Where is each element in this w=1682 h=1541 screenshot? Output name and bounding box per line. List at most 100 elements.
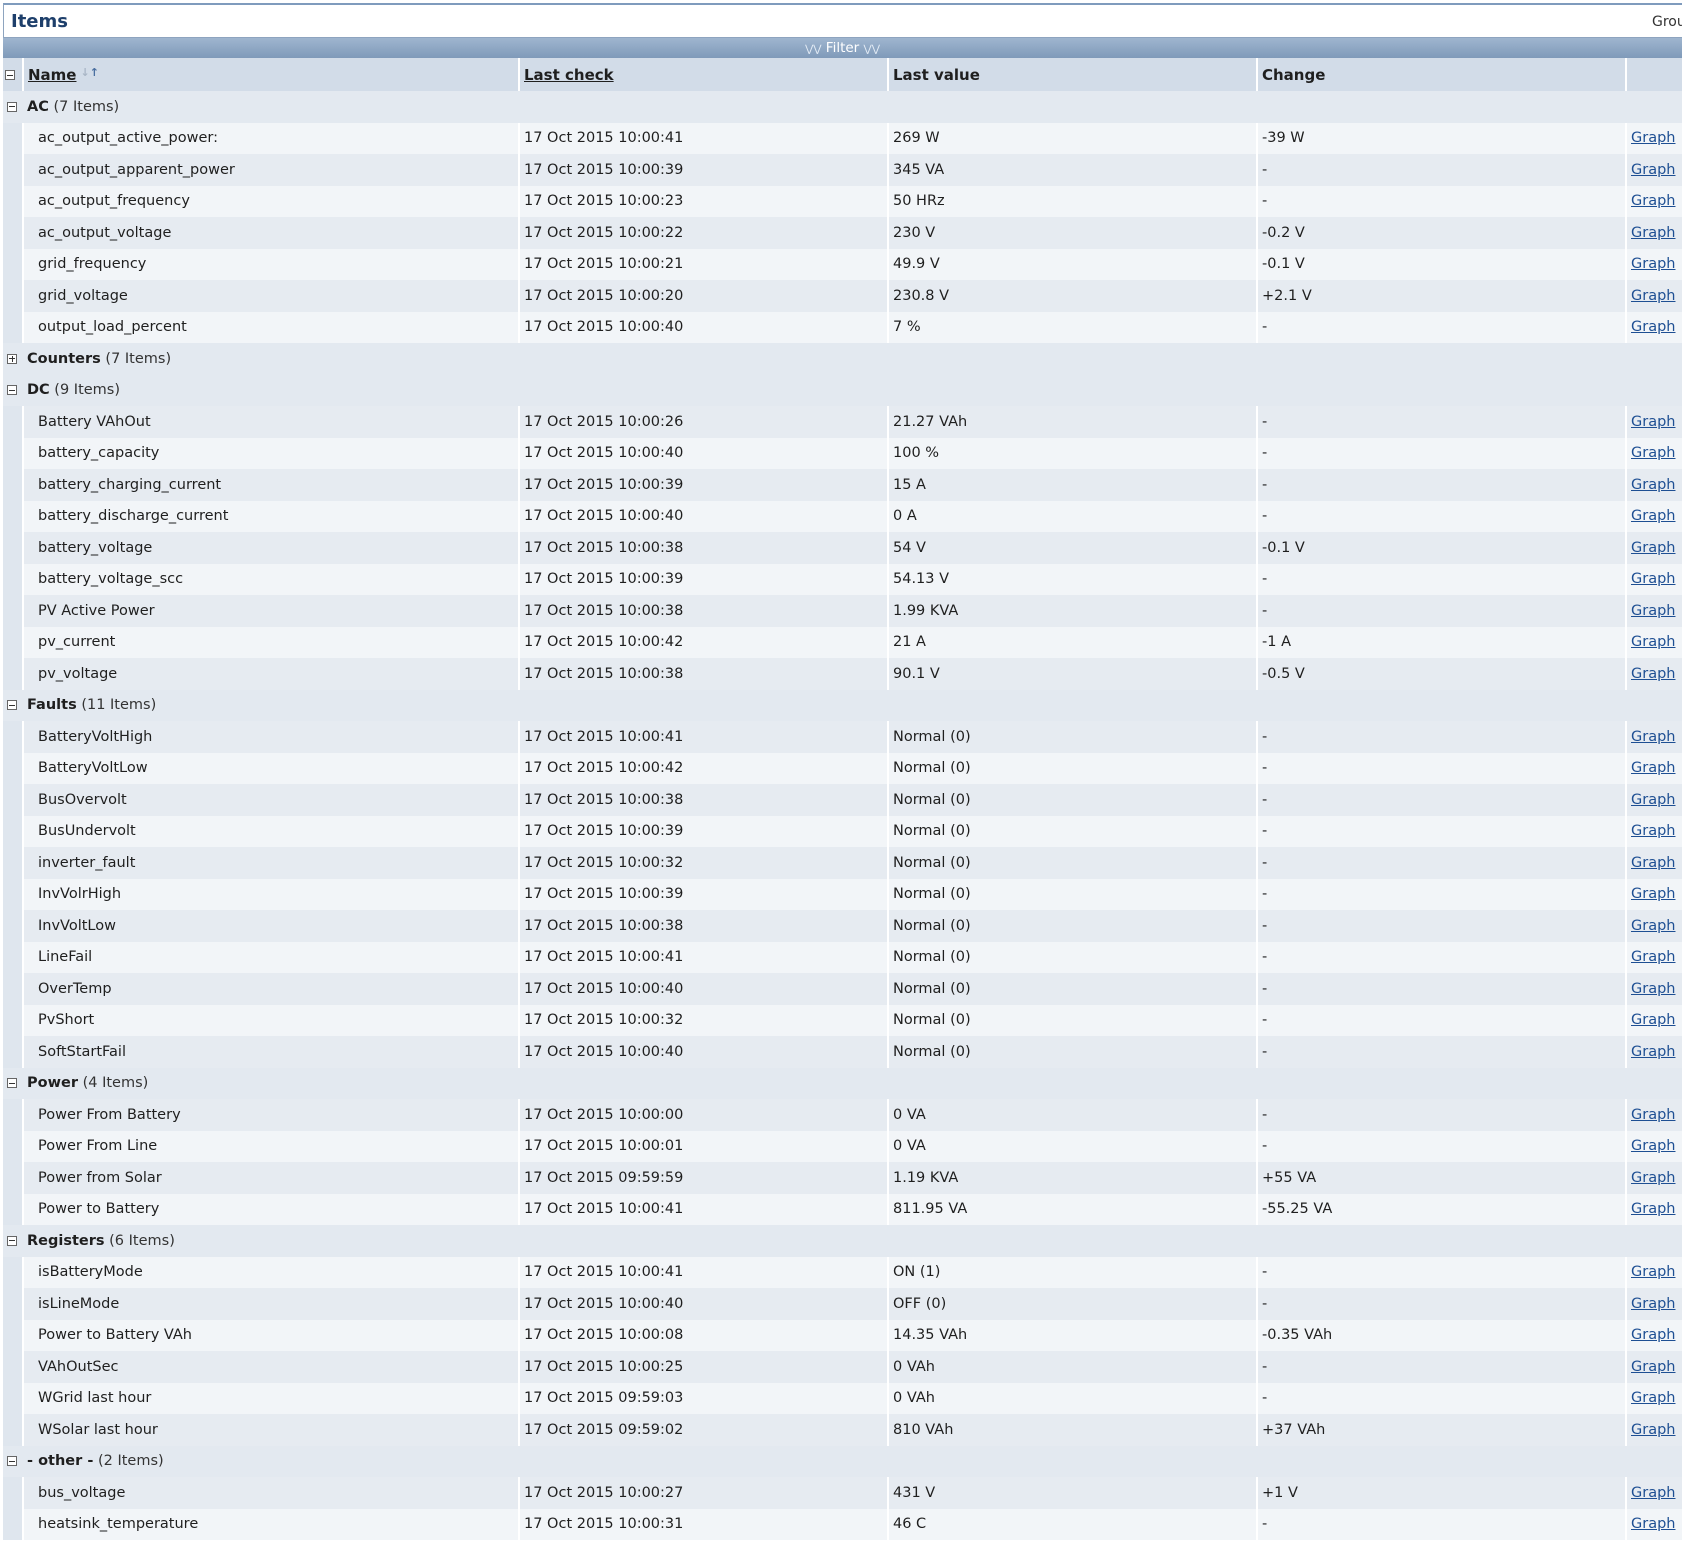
graph-link[interactable]: Graph — [1631, 414, 1675, 430]
graph-link[interactable]: Graph — [1631, 1516, 1675, 1532]
graph-link[interactable]: Graph — [1631, 130, 1675, 146]
graph-link[interactable]: Graph — [1631, 1138, 1675, 1154]
row-spacer — [3, 973, 24, 1005]
group-item-count: (11 Items) — [81, 697, 157, 714]
graph-cell: Graph — [1626, 658, 1682, 690]
graph-link[interactable]: Graph — [1631, 540, 1675, 556]
graph-link[interactable]: Graph — [1631, 1327, 1675, 1343]
graph-link[interactable]: Graph — [1631, 1201, 1675, 1217]
graph-cell: Graph — [1626, 248, 1682, 280]
item-name: isLineMode — [23, 1288, 520, 1320]
graph-link[interactable]: Graph — [1631, 193, 1675, 209]
column-header-change: Change — [1257, 58, 1627, 91]
graph-link[interactable]: Graph — [1631, 225, 1675, 241]
graph-link[interactable]: Graph — [1631, 792, 1675, 808]
group-toggle[interactable] — [3, 374, 23, 406]
collapse-icon — [7, 1078, 17, 1089]
graph-link[interactable]: Graph — [1631, 162, 1675, 178]
graph-cell: Graph — [1626, 595, 1682, 627]
graph-cell: Graph — [1626, 217, 1682, 249]
graph-cell: Graph — [1626, 1477, 1682, 1509]
item-last-check: 17 Oct 2015 10:00:40 — [519, 973, 889, 1005]
item-last-check: 17 Oct 2015 10:00:39 — [519, 878, 889, 910]
row-spacer — [3, 248, 24, 280]
group-toggle[interactable] — [3, 1225, 23, 1257]
filter-label: Filter — [825, 40, 860, 56]
item-change: - — [1257, 311, 1627, 343]
items-panel: Items Grou ⋁⋁ Filter ⋁⋁ Name ↓↑ Last chec… — [3, 3, 1682, 1541]
graph-link[interactable]: Graph — [1631, 1044, 1675, 1060]
graph-link[interactable]: Graph — [1631, 288, 1675, 304]
item-name: battery_charging_current — [23, 469, 520, 501]
item-last-check: 17 Oct 2015 10:00:41 — [519, 1256, 889, 1288]
item-name: ac_output_active_power: — [23, 122, 520, 154]
table-row: Power to Battery VAh 17 Oct 2015 10:00:08… — [3, 1319, 1682, 1351]
item-last-value: Normal (0) — [888, 910, 1258, 942]
graph-cell: Graph — [1626, 1130, 1682, 1162]
item-name: OverTemp — [23, 973, 520, 1005]
item-change: - — [1257, 563, 1627, 595]
group-toggle[interactable] — [3, 1445, 23, 1477]
table-row: Power from Solar 17 Oct 2015 09:59:59 1.19… — [3, 1162, 1682, 1194]
graph-link[interactable]: Graph — [1631, 319, 1675, 335]
item-change: -1 A — [1257, 626, 1627, 658]
item-last-check: 17 Oct 2015 10:00:39 — [519, 815, 889, 847]
graph-link[interactable]: Graph — [1631, 760, 1675, 776]
group-item-count: (7 Items) — [53, 98, 120, 115]
graph-link[interactable]: Graph — [1631, 603, 1675, 619]
item-name: Power From Line — [23, 1130, 520, 1162]
graph-link[interactable]: Graph — [1631, 571, 1675, 587]
table-row: WGrid last hour 17 Oct 2015 09:59:03 0 VAh… — [3, 1382, 1682, 1414]
item-last-check: 17 Oct 2015 10:00:21 — [519, 248, 889, 280]
item-last-value: 21.27 VAh — [888, 406, 1258, 438]
graph-link[interactable]: Graph — [1631, 508, 1675, 524]
group-toggle[interactable] — [3, 91, 23, 123]
graph-link[interactable]: Graph — [1631, 1107, 1675, 1123]
item-change: - — [1257, 784, 1627, 816]
graph-link[interactable]: Graph — [1631, 1390, 1675, 1406]
graph-cell: Graph — [1626, 437, 1682, 469]
graph-link[interactable]: Graph — [1631, 1012, 1675, 1028]
group-toggle[interactable] — [3, 1067, 23, 1099]
item-last-value: 100 % — [888, 437, 1258, 469]
collapse-all-toggle[interactable] — [3, 58, 24, 91]
group-selector-label[interactable]: Grou — [1652, 14, 1682, 30]
graph-link[interactable]: Graph — [1631, 886, 1675, 902]
graph-cell: Graph — [1626, 185, 1682, 217]
graph-link[interactable]: Graph — [1631, 855, 1675, 871]
item-last-check: 17 Oct 2015 09:59:03 — [519, 1382, 889, 1414]
graph-link[interactable]: Graph — [1631, 256, 1675, 272]
table-row: Battery VAhOut 17 Oct 2015 10:00:26 21.27 … — [3, 406, 1682, 438]
item-name: ac_output_voltage — [23, 217, 520, 249]
row-spacer — [3, 406, 24, 438]
graph-link[interactable]: Graph — [1631, 634, 1675, 650]
panel-header: Items Grou — [3, 3, 1682, 38]
graph-link[interactable]: Graph — [1631, 1485, 1675, 1501]
graph-link[interactable]: Graph — [1631, 1170, 1675, 1186]
graph-link[interactable]: Graph — [1631, 445, 1675, 461]
graph-link[interactable]: Graph — [1631, 1422, 1675, 1438]
table-row: InvVolrHigh 17 Oct 2015 10:00:39 Normal (0… — [3, 878, 1682, 910]
row-spacer — [3, 563, 24, 595]
graph-link[interactable]: Graph — [1631, 949, 1675, 965]
column-header-name[interactable]: Name ↓↑ — [23, 58, 520, 91]
item-last-check: 17 Oct 2015 10:00:38 — [519, 595, 889, 627]
chevron-down-icon: ⋁⋁ — [805, 44, 822, 55]
item-last-value: 0 VA — [888, 1130, 1258, 1162]
graph-link[interactable]: Graph — [1631, 918, 1675, 934]
graph-link[interactable]: Graph — [1631, 823, 1675, 839]
column-header-last-check[interactable]: Last check — [519, 58, 889, 91]
graph-link[interactable]: Graph — [1631, 981, 1675, 997]
graph-link[interactable]: Graph — [1631, 1296, 1675, 1312]
filter-toggle[interactable]: ⋁⋁ Filter ⋁⋁ — [3, 38, 1682, 58]
group-toggle[interactable] — [3, 343, 23, 375]
graph-cell: Graph — [1626, 1508, 1682, 1540]
group-toggle[interactable] — [3, 689, 23, 721]
item-change: - — [1257, 1508, 1627, 1540]
graph-link[interactable]: Graph — [1631, 666, 1675, 682]
graph-link[interactable]: Graph — [1631, 477, 1675, 493]
item-name: BusUndervolt — [23, 815, 520, 847]
graph-link[interactable]: Graph — [1631, 729, 1675, 745]
graph-link[interactable]: Graph — [1631, 1359, 1675, 1375]
graph-link[interactable]: Graph — [1631, 1264, 1675, 1280]
